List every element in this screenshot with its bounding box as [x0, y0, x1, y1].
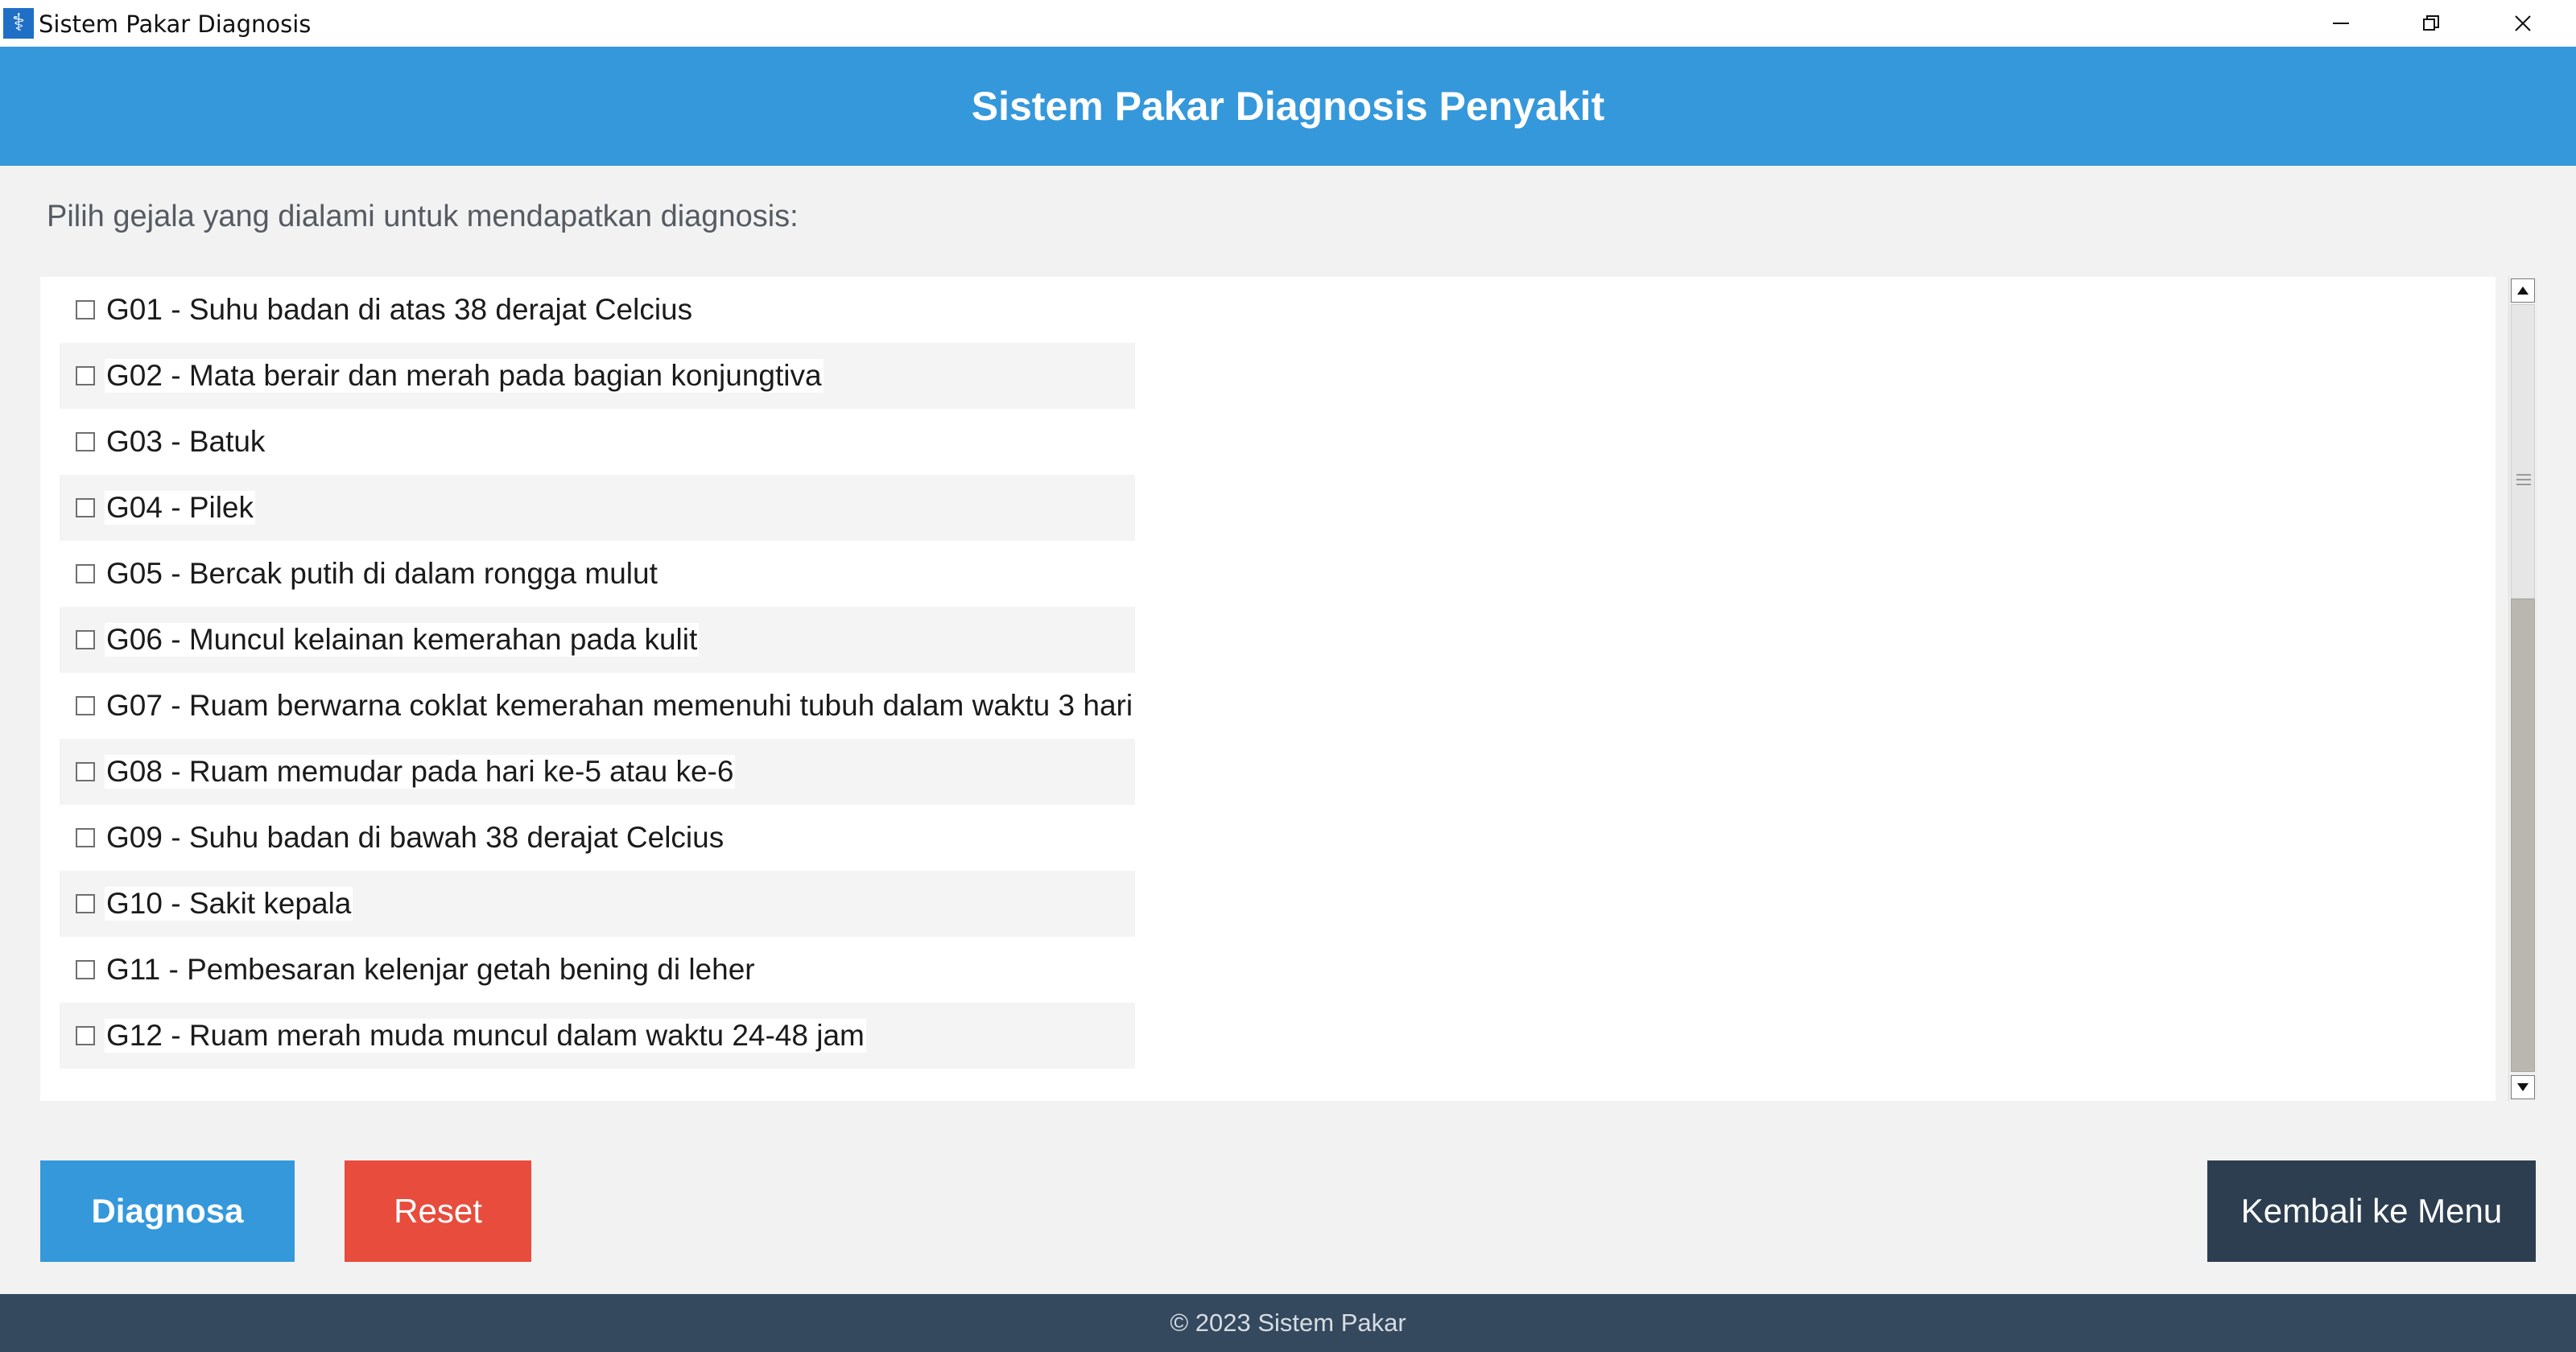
symptom-checkbox[interactable]	[76, 1026, 95, 1045]
symptom-checkbox[interactable]	[76, 432, 95, 451]
symptom-label[interactable]: G12 - Ruam merah muda muncul dalam waktu…	[105, 1019, 866, 1053]
scroll-thumb[interactable]	[2511, 599, 2535, 1072]
scroll-up-arrow-icon	[2517, 286, 2529, 295]
window-title: Sistem Pakar Diagnosis	[39, 10, 312, 38]
symptom-checkbox[interactable]	[76, 960, 95, 979]
back-to-menu-button[interactable]: Kembali ke Menu	[2207, 1160, 2536, 1262]
symptom-item-g12[interactable]: G12 - Ruam merah muda muncul dalam waktu…	[60, 1003, 1135, 1069]
scroll-up-button[interactable]	[2511, 278, 2535, 303]
close-icon	[2515, 15, 2531, 31]
symptom-checkbox[interactable]	[76, 564, 95, 583]
symptom-checkbox[interactable]	[76, 894, 95, 913]
symptom-label[interactable]: G06 - Muncul kelainan kemerahan pada kul…	[105, 623, 700, 657]
minimize-icon	[2333, 23, 2349, 24]
app-icon: ⚕	[3, 8, 34, 39]
page-title: Sistem Pakar Diagnosis Penyakit	[971, 84, 1605, 129]
symptom-list-scrollbar[interactable]	[2508, 277, 2537, 1101]
symptom-checkbox[interactable]	[76, 498, 95, 517]
restore-icon	[2423, 15, 2439, 31]
symptom-label[interactable]: G08 - Ruam memudar pada hari ke-5 atau k…	[105, 755, 736, 789]
symptom-item-g11[interactable]: G11 - Pembesaran kelenjar getah bening d…	[60, 937, 1135, 1003]
symptom-item-g01[interactable]: G01 - Suhu badan di atas 38 derajat Celc…	[60, 277, 1135, 343]
symptom-label[interactable]: G09 - Suhu badan di bawah 38 derajat Cel…	[105, 821, 726, 855]
diagnose-button[interactable]: Diagnosa	[40, 1160, 295, 1262]
symptom-label[interactable]: G11 - Pembesaran kelenjar getah bening d…	[105, 953, 757, 987]
symptom-checkbox[interactable]	[76, 828, 95, 847]
symptom-label[interactable]: G03 - Batuk	[105, 425, 267, 459]
symptom-checkbox[interactable]	[76, 300, 95, 319]
symptom-label[interactable]: G10 - Sakit kepala	[105, 887, 353, 921]
instruction-text: Pilih gejala yang dialami untuk mendapat…	[47, 200, 799, 233]
symptom-label[interactable]: G02 - Mata berair dan merah pada bagian …	[105, 359, 824, 393]
scroll-down-arrow-icon	[2517, 1083, 2529, 1091]
app-header: Sistem Pakar Diagnosis Penyakit	[0, 47, 2576, 166]
symptom-label[interactable]: G07 - Ruam berwarna coklat kemerahan mem…	[105, 689, 1135, 723]
symptom-label[interactable]: G04 - Pilek	[105, 491, 256, 525]
reset-button[interactable]: Reset	[345, 1160, 531, 1262]
symptom-checkbox[interactable]	[76, 762, 95, 781]
symptom-checkbox[interactable]	[76, 630, 95, 649]
symptom-label[interactable]: G01 - Suhu badan di atas 38 derajat Celc…	[105, 293, 695, 327]
copyright-text: © 2023 Sistem Pakar	[1170, 1309, 1406, 1337]
footer: © 2023 Sistem Pakar	[0, 1294, 2576, 1352]
window-titlebar: ⚕ Sistem Pakar Diagnosis	[0, 0, 2576, 47]
symptom-item-g10[interactable]: G10 - Sakit kepala	[60, 871, 1135, 937]
symptom-list: G01 - Suhu badan di atas 38 derajat Celc…	[40, 277, 2496, 1101]
symptom-item-g08[interactable]: G08 - Ruam memudar pada hari ke-5 atau k…	[60, 739, 1135, 805]
scroll-track[interactable]	[2511, 304, 2535, 599]
symptom-item-g04[interactable]: G04 - Pilek	[60, 475, 1135, 541]
symptom-item-g02[interactable]: G02 - Mata berair dan merah pada bagian …	[60, 343, 1135, 409]
symptom-checkbox[interactable]	[76, 366, 95, 385]
minimize-button[interactable]	[2296, 0, 2386, 47]
symptom-item-g05[interactable]: G05 - Bercak putih di dalam rongga mulut	[60, 541, 1135, 607]
scroll-down-button[interactable]	[2511, 1075, 2535, 1099]
symptom-item-g03[interactable]: G03 - Batuk	[60, 409, 1135, 475]
scroll-grip-icon	[2516, 474, 2531, 485]
close-button[interactable]	[2478, 0, 2568, 47]
symptom-checkbox[interactable]	[76, 696, 95, 715]
symptom-item-g09[interactable]: G09 - Suhu badan di bawah 38 derajat Cel…	[60, 805, 1135, 871]
symptom-item-g06[interactable]: G06 - Muncul kelainan kemerahan pada kul…	[60, 607, 1135, 673]
symptom-item-g07[interactable]: G07 - Ruam berwarna coklat kemerahan mem…	[60, 673, 1135, 739]
symptom-label[interactable]: G05 - Bercak putih di dalam rongga mulut	[105, 557, 659, 591]
restore-button[interactable]	[2386, 0, 2476, 47]
